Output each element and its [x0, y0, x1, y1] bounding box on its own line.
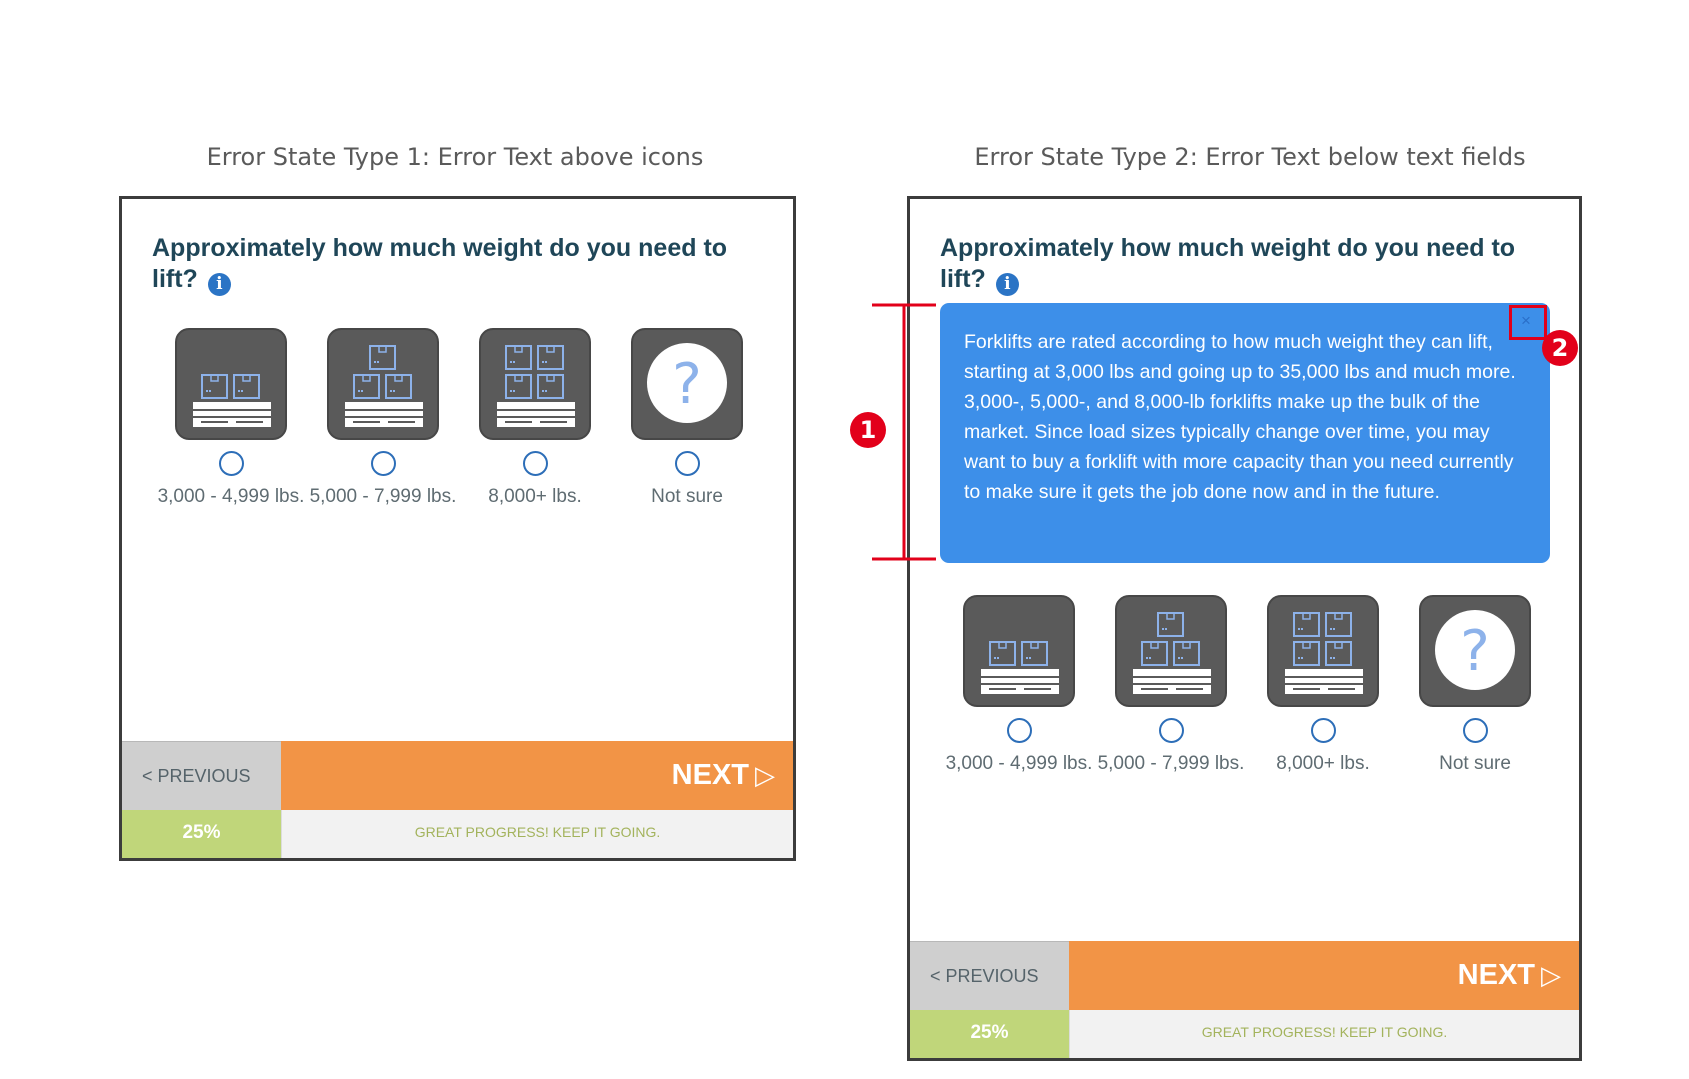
play-arrow-icon: ▷ [1541, 960, 1561, 990]
question-heading: Approximately how much weight do you nee… [940, 233, 1539, 296]
tooltip-text: Forklifts are rated according to how muc… [964, 331, 1516, 503]
previous-button[interactable]: < PREVIOUS [122, 741, 281, 810]
next-button-label: NEXT [671, 759, 749, 791]
option-label: 5,000 - 7,999 lbs. [1097, 753, 1245, 774]
radio-button[interactable] [1006, 718, 1032, 743]
annotation-marker-1: 1 [850, 412, 886, 448]
svg-text:?: ? [1460, 619, 1490, 684]
pallet-four-boxes-icon[interactable] [479, 328, 591, 440]
next-button-label: NEXT [1457, 959, 1535, 991]
close-icon-highlight [1509, 305, 1547, 340]
pallet-three-boxes-icon[interactable] [1115, 595, 1227, 707]
pallet-four-boxes-icon[interactable] [1267, 595, 1379, 707]
option-label: 8,000+ lbs. [488, 486, 582, 507]
progress-message: GREAT PROGRESS! KEEP IT GOING. [281, 810, 793, 858]
pallet-two-boxes-icon[interactable] [175, 328, 287, 440]
radio-button[interactable] [218, 451, 244, 476]
info-icon[interactable]: i [995, 273, 1019, 296]
option-5000-7999[interactable]: 5,000 - 7,999 lbs. [1096, 595, 1246, 775]
radio-button[interactable] [522, 451, 548, 476]
question-text: Approximately how much weight do you nee… [152, 234, 728, 293]
question-mark-icon[interactable]: ? [631, 328, 743, 440]
option-label: 3,000 - 4,999 lbs. [945, 753, 1093, 774]
radio-button[interactable] [1462, 718, 1488, 743]
pallet-three-boxes-icon[interactable] [327, 328, 439, 440]
option-3000-4999[interactable]: 3,000 - 4,999 lbs. [156, 328, 306, 508]
option-label: 3,000 - 4,999 lbs. [157, 486, 305, 507]
question-text: Approximately how much weight do you nee… [940, 234, 1516, 293]
radio-button[interactable] [370, 451, 396, 476]
progress-message: GREAT PROGRESS! KEEP IT GOING. [1069, 1010, 1579, 1058]
pallet-two-boxes-icon[interactable] [963, 595, 1075, 707]
caption-left: Error State Type 1: Error Text above ico… [206, 143, 704, 171]
option-label: Not sure [651, 486, 723, 507]
progress-percent: 25% [122, 810, 281, 858]
radio-button[interactable] [1310, 718, 1336, 743]
options-group: 3,000 - 4,999 lbs. 5,000 - 7,999 lbs. 8,… [122, 328, 793, 558]
panel-error-type-2: Approximately how much weight do you nee… [907, 196, 1582, 1061]
radio-button[interactable] [1158, 718, 1184, 743]
next-button[interactable]: NEXT ▷ [1069, 941, 1579, 1010]
option-not-sure[interactable]: ? Not sure [612, 328, 762, 508]
panel-error-type-1: Approximately how much weight do you nee… [119, 196, 796, 861]
question-mark-icon[interactable]: ? [1419, 595, 1531, 707]
radio-button[interactable] [674, 451, 700, 476]
option-label: 5,000 - 7,999 lbs. [309, 486, 457, 507]
option-3000-4999[interactable]: 3,000 - 4,999 lbs. [944, 595, 1094, 775]
next-button[interactable]: NEXT ▷ [281, 741, 793, 810]
option-not-sure[interactable]: ? Not sure [1400, 595, 1550, 775]
option-label: 8,000+ lbs. [1276, 753, 1370, 774]
annotation-marker-2: 2 [1542, 330, 1578, 366]
svg-text:?: ? [672, 352, 702, 417]
option-5000-7999[interactable]: 5,000 - 7,999 lbs. [308, 328, 458, 508]
footer: < PREVIOUS NEXT ▷ 25% GREAT PROGRESS! KEE… [122, 741, 793, 858]
option-8000-plus[interactable]: 8,000+ lbs. [460, 328, 610, 508]
question-heading: Approximately how much weight do you nee… [152, 233, 753, 296]
progress-percent: 25% [910, 1010, 1069, 1058]
option-8000-plus[interactable]: 8,000+ lbs. [1248, 595, 1398, 775]
caption-right: Error State Type 2: Error Text below tex… [974, 143, 1526, 171]
option-label: Not sure [1439, 753, 1511, 774]
previous-button[interactable]: < PREVIOUS [910, 941, 1069, 1010]
play-arrow-icon: ▷ [755, 760, 775, 790]
footer: < PREVIOUS NEXT ▷ 25% GREAT PROGRESS! KEE… [910, 941, 1579, 1058]
options-group: 3,000 - 4,999 lbs. 5,000 - 7,999 lbs. 8,… [910, 595, 1579, 825]
error-tooltip: Forklifts are rated according to how muc… [940, 303, 1550, 563]
info-icon[interactable]: i [207, 273, 231, 296]
